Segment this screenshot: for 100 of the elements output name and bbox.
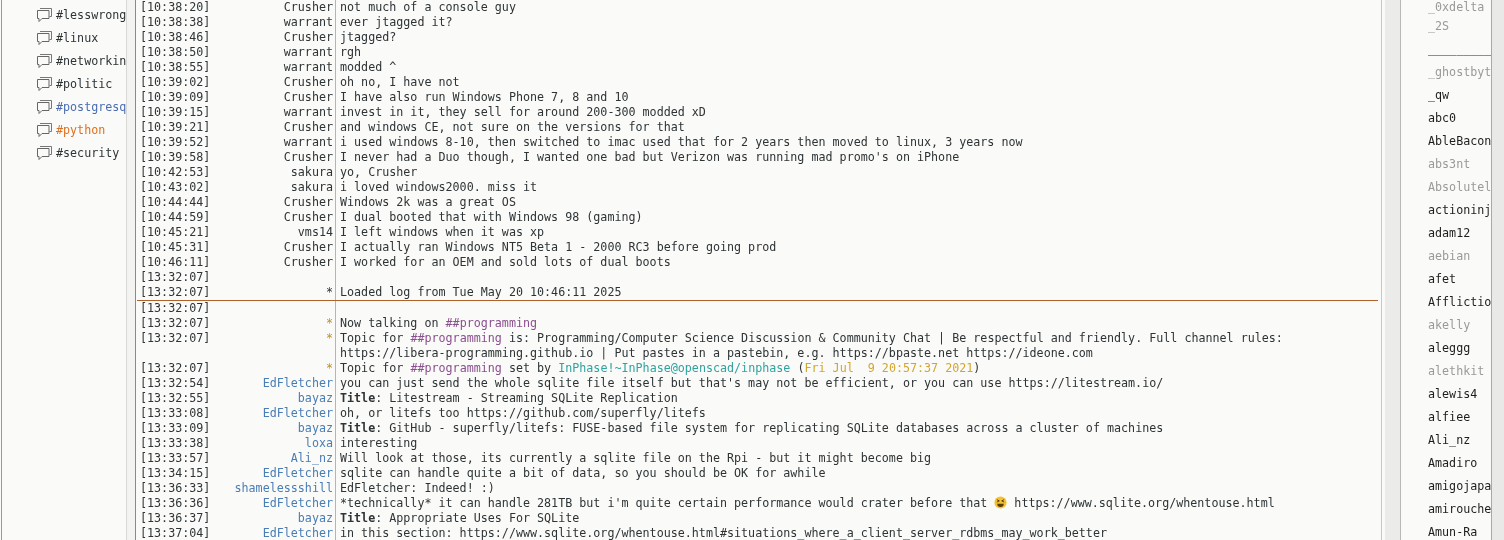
message-text: i loved windows2000. miss it — [335, 180, 1381, 195]
message-text: sqlite can handle quite a bit of data, so you should be OK for awhile — [335, 466, 1381, 481]
timestamp: [10:38:50] — [140, 45, 212, 60]
chat-bubble-icon — [36, 6, 53, 23]
timestamp: [13:32:07] — [140, 285, 212, 300]
user-nick[interactable]: alfiee — [1428, 406, 1491, 429]
chat-bubble-icon — [36, 75, 53, 92]
nick-label: Crusher — [282, 0, 334, 15]
nick-label: bayaz — [296, 421, 334, 436]
message-text: Title: Appropriate Uses For SQLite — [335, 511, 1381, 526]
message-text: not much of a console guy — [335, 0, 1381, 15]
nick-label: warrant — [282, 15, 334, 30]
nick-label: EdFletcher — [261, 376, 334, 391]
chat-bubble-icon — [36, 29, 53, 46]
nick-label: warrant — [282, 60, 334, 75]
timestamp: [10:44:59] — [140, 210, 212, 225]
channel-item[interactable]: #postgresq — [56, 99, 126, 114]
user-nick[interactable]: Afflictio — [1428, 291, 1491, 314]
nick-label: loxa — [303, 436, 334, 451]
message-text: Title: GitHub - superfly/litefs: FUSE-based file system for replicating SQLite databases across a cluster of machines — [335, 421, 1381, 436]
user-nick[interactable]: aleggg — [1428, 337, 1491, 360]
laughing-emoji-icon — [994, 496, 1008, 509]
user-nick[interactable]: AbleBacon — [1428, 130, 1491, 153]
timestamp: [10:42:53] — [140, 165, 212, 180]
pane-splitter[interactable] — [1385, 0, 1401, 540]
message-text: Windows 2k was a great OS — [335, 195, 1381, 210]
user-nick[interactable]: Amun-Ra — [1428, 521, 1491, 540]
nick-label: EdFletcher — [261, 526, 334, 540]
timestamp: [13:32:07] — [140, 301, 212, 316]
timestamp: [10:39:09] — [140, 90, 212, 105]
timestamp: [13:36:37] — [140, 511, 212, 526]
timestamp: [10:44:44] — [140, 195, 212, 210]
pane-splitter[interactable] — [127, 0, 135, 540]
channel-item[interactable]: #linux — [56, 30, 99, 45]
nick-label: EdFletcher — [261, 406, 334, 421]
nick-label: Crusher — [282, 120, 334, 135]
timestamp: [13:34:15] — [140, 466, 212, 481]
user-nick[interactable]: _qw — [1428, 84, 1491, 107]
user-nick[interactable]: afet — [1428, 268, 1491, 291]
timestamp: [10:39:58] — [140, 150, 212, 165]
chat-bubble-icon — [36, 52, 53, 69]
timestamp: [13:32:07] — [140, 270, 212, 285]
channel-item[interactable]: #networkin — [56, 53, 126, 68]
nick-label: * — [324, 361, 334, 376]
timestamp: [10:38:20] — [140, 0, 212, 15]
timestamp: [13:33:38] — [140, 436, 212, 451]
user-nick[interactable]: Amadiro — [1428, 452, 1491, 475]
message-text: I actually ran Windows NT5 Beta 1 - 2000 RC3 before going prod — [335, 240, 1381, 255]
user-nick[interactable]: amigojapa — [1428, 475, 1491, 498]
message-text: I have also run Windows Phone 7, 8 and 10 — [335, 90, 1381, 105]
chat-bubble-icon — [36, 98, 53, 115]
message-text: I dual booted that with Windows 98 (gaming) — [335, 210, 1381, 225]
nick-label: * — [324, 316, 334, 331]
timestamp: [10:45:31] — [140, 240, 212, 255]
nick-label: * — [324, 331, 334, 347]
message-text: i used windows 8-10, then switched to imac used that for 2 years then moved to linux, 3 years now — [335, 135, 1381, 150]
nick-label: Crusher — [282, 240, 334, 255]
timestamp: [10:39:52] — [140, 135, 212, 150]
message-text: interesting — [335, 436, 1381, 451]
user-nick[interactable]: Ali_nz — [1428, 429, 1491, 452]
nick-label: sakura — [289, 180, 334, 195]
message-text: rgh — [335, 45, 1381, 60]
channel-item[interactable]: #politic — [56, 76, 113, 91]
timestamp: [10:38:55] — [140, 60, 212, 75]
nick-label: vms14 — [296, 225, 334, 240]
nick-label: Crusher — [282, 150, 334, 165]
message-text: yo, Crusher — [335, 165, 1381, 180]
message-text: Will look at those, its currently a sqlite file on the Rpi - but it might become big — [335, 451, 1381, 466]
timestamp: [13:32:07] — [140, 316, 212, 331]
channel-item[interactable]: #security — [56, 145, 120, 160]
user-nick[interactable]: amirouche — [1428, 498, 1491, 521]
timestamp: [10:39:21] — [140, 120, 212, 135]
user-nick[interactable]: actioninj — [1428, 199, 1491, 222]
nick-label: Ali_nz — [289, 451, 334, 466]
nick-label: EdFletcher — [261, 466, 334, 481]
message-text: I never had a Duo though, I wanted one bad but Verizon was running mad promo's on iPhone — [335, 150, 1381, 165]
timestamp: [13:32:54] — [140, 376, 212, 391]
nick-label: sakura — [289, 165, 334, 180]
timestamp: [10:38:46] — [140, 30, 212, 45]
nick-label: * — [324, 285, 334, 300]
user-nick[interactable]: alewis4 — [1428, 383, 1491, 406]
nick-label: bayaz — [296, 511, 334, 526]
nick-label: EdFletcher — [261, 496, 334, 511]
message-text: https://www.sqlite.org/whentouse.html — [1014, 496, 1275, 510]
user-nick[interactable]: _________ — [1428, 38, 1491, 61]
message-text: ever jtagged it? — [335, 15, 1381, 30]
timestamp: [13:37:04] — [140, 526, 212, 540]
timestamp: [10:38:38] — [140, 15, 212, 30]
timestamp: [13:32:55] — [140, 391, 212, 406]
nick-label: warrant — [282, 135, 334, 150]
message-text: I left windows when it was xp — [335, 225, 1381, 240]
nick-label: Crusher — [282, 210, 334, 225]
user-nick[interactable]: abc0 — [1428, 107, 1491, 130]
nick-label: warrant — [282, 105, 334, 120]
nick-label: warrant — [282, 45, 334, 60]
channel-item[interactable]: #lesswrong — [56, 7, 126, 22]
user-nick[interactable]: adam12 — [1428, 222, 1491, 245]
timestamp: [13:32:07] — [140, 361, 212, 376]
timestamp: [10:46:11] — [140, 255, 212, 270]
message-text: jtagged? — [335, 30, 1381, 45]
